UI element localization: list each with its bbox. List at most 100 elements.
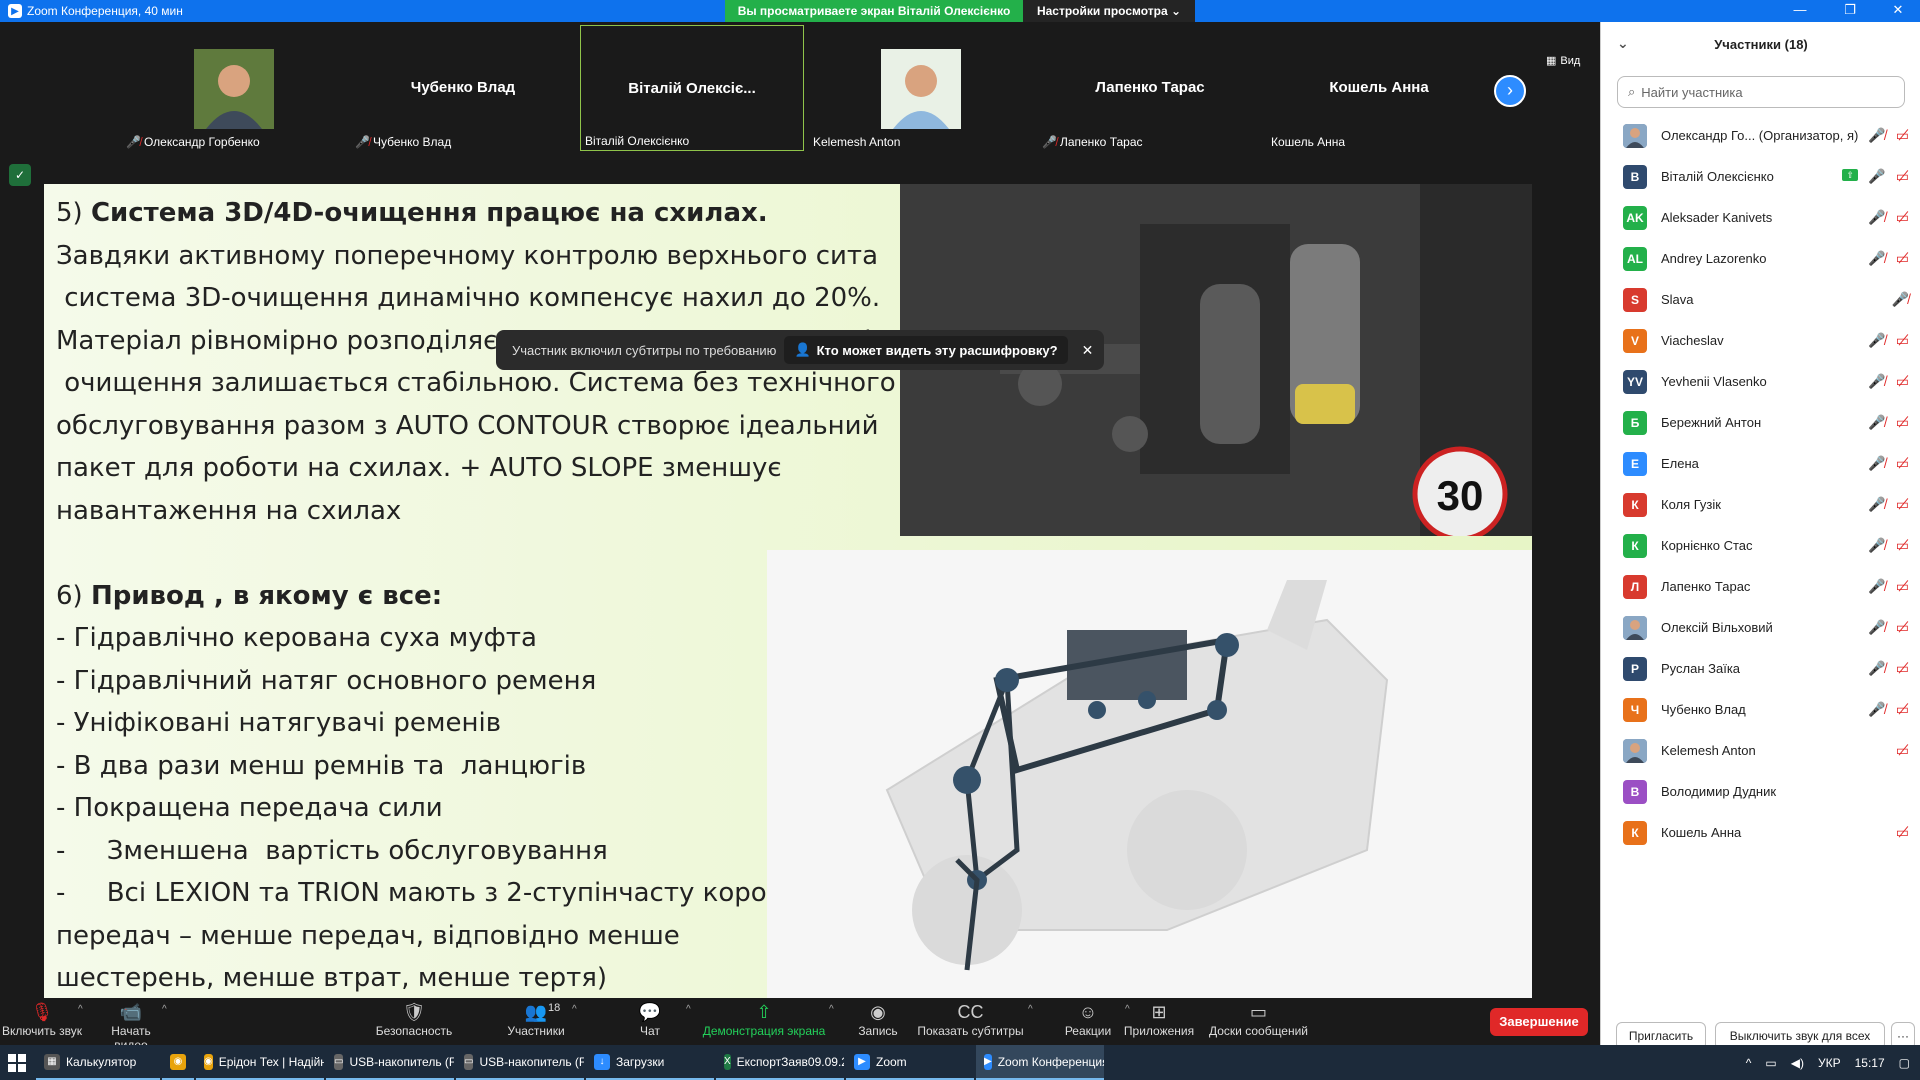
windows-start-icon[interactable] [8,1054,26,1072]
slide-text-run: 6) [56,580,91,611]
participant-search-input[interactable]: ⌕ Найти участника [1617,76,1905,108]
view-settings-button[interactable]: Настройки просмотра ⌄ [1023,0,1195,22]
video-off-icon: ▭̸ [1895,660,1909,676]
toolbar-start-video-button[interactable]: 📹Начать видео [94,998,168,1052]
toolbar-chat-button[interactable]: 💬 Чат [608,998,692,1045]
participant-name: Andrey Lazorenko [1661,251,1767,266]
taskbar-item[interactable]: X ЕкспортЗаяв09.09.20... [716,1045,844,1080]
end-meeting-button[interactable]: Завершение [1490,1008,1588,1036]
participant-name: Руслан Заїка [1661,661,1741,676]
network-icon[interactable]: ▭ [1765,1056,1776,1070]
mic-muted-icon: 🎤̸ [1868,701,1886,717]
taskbar-item[interactable]: ▶ Zoom [846,1045,974,1080]
taskbar-item-label: Калькулятор [66,1054,137,1069]
restore-button[interactable]: ❐ [1830,0,1870,22]
taskbar-item[interactable]: ◉ Ерідон Тех | Надійна ... [196,1045,324,1080]
tile-footer-name: Кошель Анна [1271,135,1346,149]
participant-photo [194,49,274,129]
toolbar-participants-button[interactable]: 👥 Участники 18 [494,998,578,1045]
avatar: В [1623,780,1647,804]
toolbar-security-button[interactable]: 🛡 Безопасность [372,998,456,1045]
slide-text-run: - Гідравлічний натяг основного ременя [56,665,597,696]
slide-text-run: Завдяки активному поперечному контролю в… [56,240,878,271]
participant-row[interactable]: Олексій Вільховий 🎤̸ ▭̸ [1601,608,1920,649]
taskbar-item[interactable]: ▦ Калькулятор [36,1045,160,1080]
next-page-button[interactable]: › [1494,75,1526,107]
chevron-up-icon[interactable]: ^ [78,1004,83,1015]
avatar: S [1623,288,1647,312]
participant-row[interactable]: Б Бережний Антон 🎤̸ ▭̸ [1601,403,1920,444]
avatar: Б [1623,411,1647,435]
chevron-up-icon[interactable]: ^ [829,1004,834,1015]
toolbar-apps-button[interactable]: ⊞ Приложения [1115,998,1203,1045]
avatar: К [1623,534,1647,558]
person-icon: 👤 [794,342,811,357]
taskbar-item[interactable]: ▭ USB-накопитель (F:) [456,1045,584,1080]
toolbar-captions-button[interactable]: CC Показать субтитры [907,998,1034,1045]
video-off-icon: ▭̸ [1895,824,1909,840]
tile-display-name: Віталій Олексіє... [628,80,756,97]
toolbar-icon: ⇧ [756,1002,772,1022]
participant-row[interactable]: E Елена 🎤̸ ▭̸ [1601,444,1920,485]
transcript-visibility-button[interactable]: 👤 Кто может видеть эту расшифровку? [784,336,1068,364]
tile-footer: Kelemesh Anton [813,135,900,149]
participant-row[interactable]: V Viacheslav 🎤̸ ▭̸ [1601,321,1920,362]
participant-name: Віталій Олексієнко [1661,169,1774,184]
taskbar-item[interactable]: ◉ [162,1045,194,1080]
video-tile[interactable]: Kelemesh Anton [809,25,1033,151]
participant-status-icons: 🎤̸ ▭̸ [1868,660,1909,677]
clock[interactable]: 15:17 [1855,1056,1885,1070]
participant-row[interactable]: AK Aleksader Kanivets 🎤̸ ▭̸ [1601,198,1920,239]
chevron-up-icon[interactable]: ^ [162,1004,167,1015]
video-tile[interactable]: Віталій Олексіє... Віталій Олексієнко [580,25,804,151]
participant-row[interactable]: Олександр Го... (Организатор, я) 🎤̸ ▭̸ [1601,116,1920,157]
system-tray: ^ ▭ ◀) УКР 15:17 ▢ [1746,1045,1910,1080]
participant-row[interactable]: К Коля Гузік 🎤̸ ▭̸ [1601,485,1920,526]
participants-title: Участники (18) [1714,37,1808,52]
taskbar-item-label: Ерідон Тех | Надійна ... [218,1054,324,1069]
participant-row[interactable]: YV Yevhenii Vlasenko 🎤̸ ▭̸ [1601,362,1920,403]
view-button[interactable]: ▦ Вид [1546,54,1580,68]
toolbar-icon: 🛡 [402,1002,426,1022]
slide-text-run: Система 3D/4D-очищення працює на схилах. [90,198,768,228]
participant-row[interactable]: AL Andrey Lazorenko 🎤̸ ▭̸ [1601,239,1920,280]
participant-row[interactable]: Р Руслан Заїка 🎤̸ ▭̸ [1601,649,1920,690]
participant-row[interactable]: В Володимир Дудник [1601,772,1920,813]
video-tile[interactable]: Лапенко Тарас 🎤̸ Лапенко Тарас [1038,25,1262,151]
close-button[interactable]: ✕ [1878,0,1918,22]
participant-name: Елена [1661,456,1699,471]
participant-row[interactable]: К Кошель Анна ▭̸ [1601,813,1920,854]
slide-line: система 3D-очищення динамічно компенсує … [56,277,916,320]
avatar: В [1623,165,1647,189]
participant-row[interactable]: Ч Чубенко Влад 🎤̸ ▭̸ [1601,690,1920,731]
toolbar-share-screen-button[interactable]: ⇧ Демонстрация экрана [693,998,835,1045]
chevron-up-icon[interactable]: ^ [686,1004,691,1015]
close-icon[interactable]: ✕ [1082,342,1094,359]
toolbar-label: Показать субтитры [917,1024,1024,1038]
chevron-up-icon[interactable]: ^ [1028,1004,1033,1015]
chevron-up-icon[interactable]: ^ [1746,1056,1752,1070]
volume-icon[interactable]: ◀) [1791,1056,1804,1070]
toolbar-unmute-button[interactable]: 🎙 Включить звук [0,998,84,1045]
app-icon: ▦ [44,1053,60,1070]
chevron-up-icon[interactable]: ^ [572,1004,577,1015]
participant-row[interactable]: Kelemesh Anton ▭̸ [1601,731,1920,772]
mic-muted-icon: 🎤̸ [1868,373,1886,389]
taskbar-item[interactable]: ↓ Загрузки [586,1045,714,1080]
language-indicator[interactable]: УКР [1818,1056,1841,1070]
taskbar-item[interactable]: ▶ Zoom Конференция,... [976,1045,1104,1080]
video-tile[interactable]: 🎤̸ Олександр Горбенко [122,25,346,151]
participant-row[interactable]: К Корнієнко Стас 🎤̸ ▭̸ [1601,526,1920,567]
participant-status-icons: 🎤̸ ▭̸ [1868,578,1909,595]
video-tile[interactable]: Чубенко Влад 🎤̸ Чубенко Влад [351,25,575,151]
minimize-button[interactable]: — [1780,0,1820,22]
avatar [1623,616,1647,640]
participant-row[interactable]: S Slava 🎤̸ [1601,280,1920,321]
participant-row[interactable]: Л Лапенко Тарас 🎤̸ ▭̸ [1601,567,1920,608]
video-tile[interactable]: Кошель Анна Кошель Анна [1267,25,1491,151]
notifications-icon[interactable]: ▢ [1899,1056,1910,1070]
taskbar-item[interactable]: ▭ USB-накопитель (F:) [326,1045,454,1080]
participant-name: Slava [1661,292,1694,307]
toolbar-whiteboards-button[interactable]: ▭ Доски сообщений [1205,998,1312,1045]
participant-row[interactable]: В Віталій Олексієнко ⇧ 🎤 ▭̸ [1601,157,1920,198]
